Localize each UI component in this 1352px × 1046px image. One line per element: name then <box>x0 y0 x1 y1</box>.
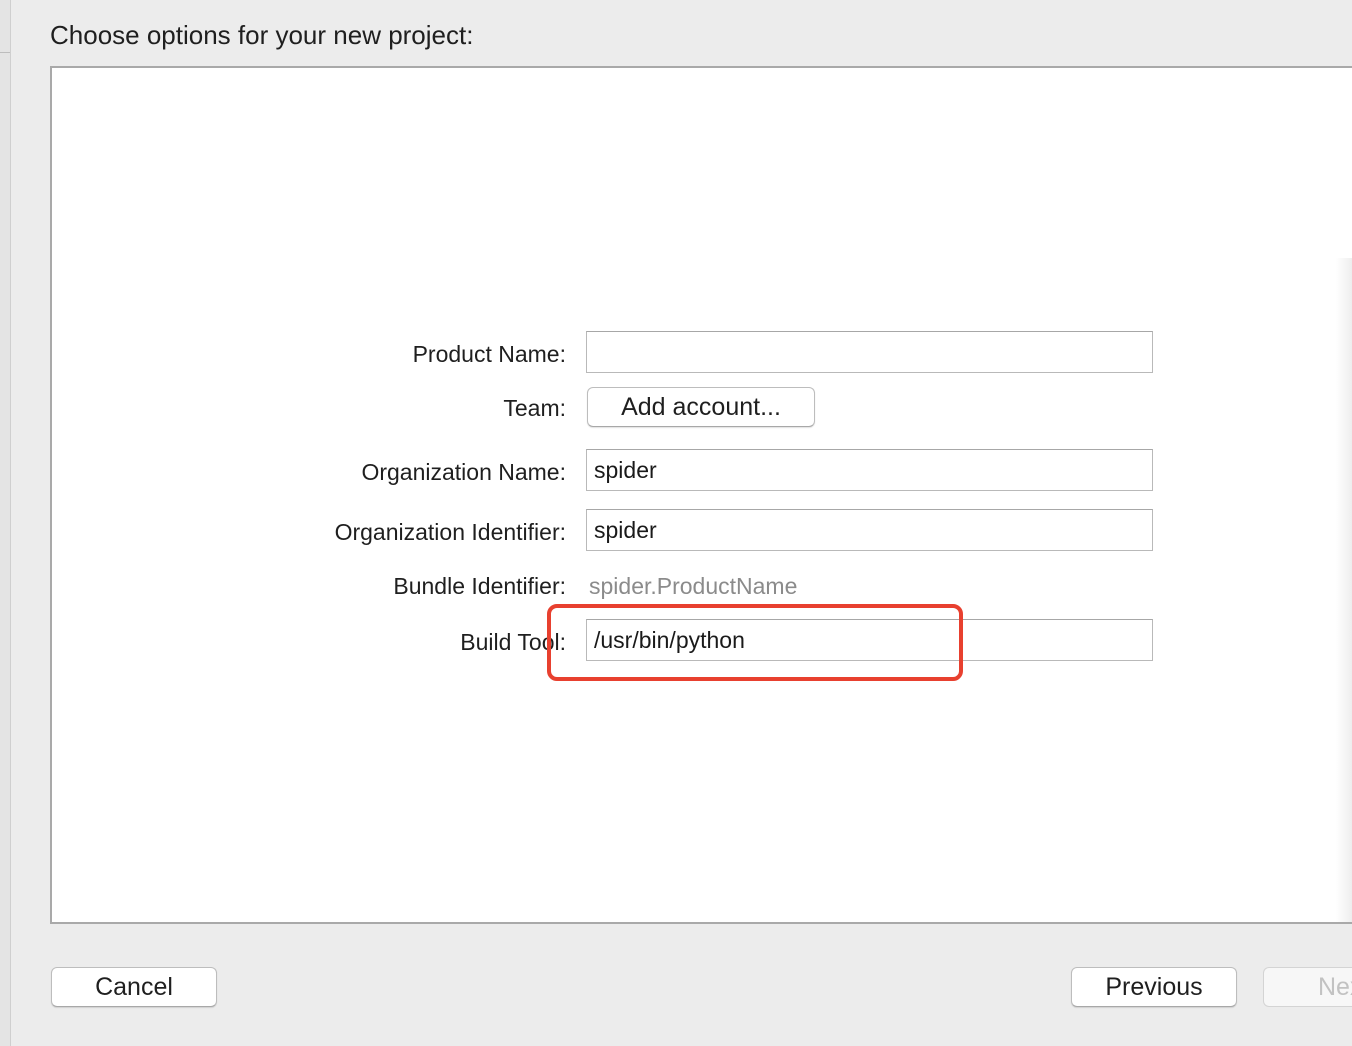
cancel-button[interactable]: Cancel <box>51 967 217 1007</box>
add-account-button[interactable]: Add account... <box>587 387 815 427</box>
product-name-field[interactable] <box>586 331 1153 373</box>
previous-button[interactable]: Previous <box>1071 967 1237 1007</box>
organization-name-field[interactable] <box>586 449 1153 491</box>
organization-identifier-field[interactable] <box>586 509 1153 551</box>
team-label: Team: <box>503 395 566 421</box>
left-edge-divider <box>0 52 10 53</box>
window-left-edge <box>0 0 11 1046</box>
build-tool-label: Build Tool: <box>460 629 566 655</box>
options-panel <box>50 66 1352 924</box>
organization-identifier-label: Organization Identifier: <box>334 519 566 545</box>
dialog-title: Choose options for your new project: <box>50 20 474 50</box>
bundle-identifier-label: Bundle Identifier: <box>393 573 566 599</box>
build-tool-field[interactable] <box>586 619 1153 661</box>
new-project-options-window: Choose options for your new project: Pro… <box>0 0 1352 1046</box>
product-name-label: Product Name: <box>412 341 566 367</box>
next-button[interactable]: Next <box>1263 967 1352 1007</box>
panel-edge-shade <box>1336 258 1352 922</box>
organization-name-label: Organization Name: <box>361 459 566 485</box>
bundle-identifier-value: spider.ProductName <box>589 573 798 599</box>
